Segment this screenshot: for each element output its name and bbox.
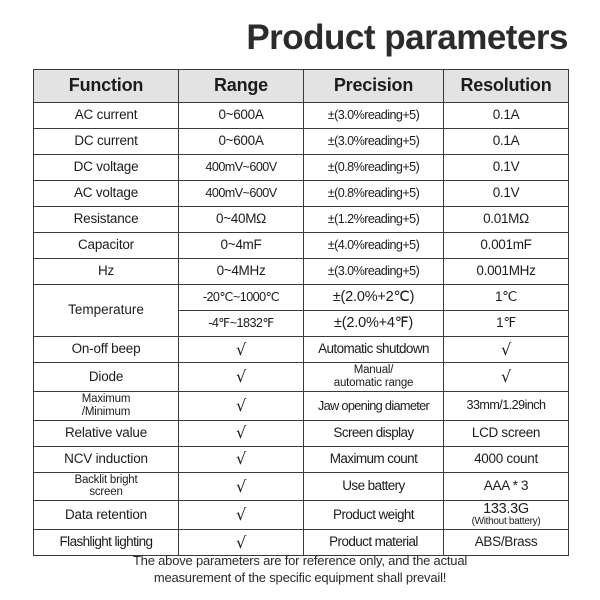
column-header-precision: Precision	[303, 69, 444, 103]
spec-table-body: AC current 0~600A ±(3.0%reading+5) 0.1A …	[33, 102, 569, 556]
row-range-value: 0~4MHz	[178, 258, 304, 285]
row-precision-value: ±(1.2%reading+5)	[303, 206, 444, 233]
row-function-label: Capacitor	[33, 232, 179, 259]
table-row: On-off beep √ Automatic shutdown √	[33, 336, 569, 363]
table-row: Backlit bright screen √ Use battery AAA *…	[33, 471, 569, 502]
row-resolution-value: 1℃	[443, 284, 569, 311]
feature-right-label: Manual/automatic range	[303, 362, 444, 392]
table-row: AC voltage 400mV~600V ±(0.8%reading+5) 0…	[33, 180, 569, 207]
table-row: Diode √ Manual/automatic range √	[33, 362, 569, 392]
feature-left-label: Maximum/Minimum	[33, 390, 179, 421]
feature-left-value: √	[178, 471, 304, 502]
row-range-value: 0~40MΩ	[178, 206, 304, 233]
row-resolution-value: 0.1A	[443, 128, 569, 155]
table-row: Maximum/Minimum √ Jaw opening diameter 3…	[33, 390, 569, 421]
spec-table-container: Function Range Precision Resolution AC c…	[33, 69, 569, 556]
feature-right-label: Maximum count	[303, 445, 444, 473]
row-function-label: AC voltage	[33, 180, 179, 207]
row-precision-value: ±(3.0%reading+5)	[303, 102, 444, 129]
feature-right-label: Automatic shutdown	[303, 336, 444, 363]
feature-left-value: √	[178, 445, 304, 473]
table-row: Relative value √ Screen display LCD scre…	[33, 419, 569, 447]
table-row: Resistance 0~40MΩ ±(1.2%reading+5) 0.01M…	[33, 206, 569, 233]
feature-left-value: √	[178, 390, 304, 421]
table-row: NCV induction √ Maximum count 4000 count	[33, 445, 569, 473]
feature-left-value: √	[178, 336, 304, 363]
row-precision-value: ±(3.0%reading+5)	[303, 258, 444, 285]
feature-left-value: √	[178, 362, 304, 392]
column-header-function: Function	[33, 69, 179, 103]
feature-right-value: 33mm/1.29inch	[443, 390, 569, 421]
footer-line-1: The above parameters are for reference o…	[132, 553, 468, 568]
page-title: Product parameters	[246, 18, 568, 57]
table-row: Hz 0~4MHz ±(3.0%reading+5) 0.001MHz	[33, 258, 569, 285]
row-function-label: Hz	[33, 258, 179, 285]
row-precision-value: ±(2.0%+4℉)	[303, 310, 444, 337]
feature-right-label: Product weight	[303, 500, 444, 530]
row-precision-value: ±(2.0%+2℃)	[303, 284, 444, 311]
table-row: Data retention √ Product weight 133.3G (…	[33, 500, 569, 530]
table-row: Capacitor 0~4mF ±(4.0%reading+5) 0.001mF	[33, 232, 569, 259]
row-resolution-value: 1℉	[443, 310, 569, 337]
feature-right-value-weight: 133.3G (Without battery)	[443, 500, 569, 530]
table-row: DC current 0~600A ±(3.0%reading+5) 0.1A	[33, 128, 569, 155]
feature-left-label: Data retention	[33, 500, 179, 530]
row-precision-value: ±(4.0%reading+5)	[303, 232, 444, 259]
feature-right-label: Use battery	[303, 471, 444, 502]
footer-line-2: measurement of the specific equipment sh…	[153, 570, 447, 585]
feature-left-label: Relative value	[33, 419, 179, 447]
row-function-label-temperature: Temperature	[33, 284, 179, 337]
feature-left-label: On-off beep	[33, 336, 179, 363]
feature-right-value: LCD screen	[443, 419, 569, 447]
feature-left-label: Backlit bright screen	[33, 471, 179, 502]
row-function-label: DC current	[33, 128, 179, 155]
row-resolution-value: 0.01MΩ	[443, 206, 569, 233]
footer-disclaimer: The above parameters are for reference o…	[60, 552, 540, 586]
product-weight-note: (Without battery)	[471, 516, 541, 528]
row-function-label: Resistance	[33, 206, 179, 233]
feature-left-label: Diode	[33, 362, 179, 392]
feature-left-value: √	[178, 419, 304, 447]
feature-left-value: √	[178, 500, 304, 530]
row-precision-value: ±(3.0%reading+5)	[303, 128, 444, 155]
table-header-row: Function Range Precision Resolution	[33, 69, 569, 103]
feature-right-value: 4000 count	[443, 445, 569, 473]
row-precision-value: ±(0.8%reading+5)	[303, 180, 444, 207]
feature-right-label: Screen display	[303, 419, 444, 447]
feature-right-value: √	[443, 336, 569, 363]
row-resolution-value: 0.001mF	[443, 232, 569, 259]
feature-right-value: AAA * 3	[443, 471, 569, 502]
row-range-value: 0~600A	[178, 102, 304, 129]
row-resolution-value: 0.1V	[443, 180, 569, 207]
product-parameters-page: Product parameters Function Range Precis…	[0, 0, 600, 600]
table-row: AC current 0~600A ±(3.0%reading+5) 0.1A	[33, 102, 569, 129]
column-header-resolution: Resolution	[443, 69, 569, 103]
row-resolution-value: 0.1A	[443, 102, 569, 129]
row-resolution-value: 0.001MHz	[443, 258, 569, 285]
spec-table: Function Range Precision Resolution AC c…	[33, 69, 569, 556]
feature-left-label: NCV induction	[33, 445, 179, 473]
row-function-label: AC current	[33, 102, 179, 129]
row-range-value: 0~600A	[178, 128, 304, 155]
row-precision-value: ±(0.8%reading+5)	[303, 154, 444, 181]
row-range-value: 400mV~600V	[178, 154, 304, 181]
row-function-label: DC voltage	[33, 154, 179, 181]
table-row: DC voltage 400mV~600V ±(0.8%reading+5) 0…	[33, 154, 569, 181]
row-range-value: 400mV~600V	[178, 180, 304, 207]
row-range-value: -20℃~1000℃	[178, 284, 304, 311]
row-range-value: 0~4mF	[178, 232, 304, 259]
row-resolution-value: 0.1V	[443, 154, 569, 181]
table-row-temperature-celsius: Temperature -20℃~1000℃ ±(2.0%+2℃) 1℃	[33, 284, 569, 337]
row-range-value: -4℉~1832℉	[178, 310, 304, 337]
product-weight-value: 133.3G	[483, 501, 529, 518]
feature-right-value: √	[443, 362, 569, 392]
column-header-range: Range	[178, 69, 304, 103]
feature-right-label: Jaw opening diameter	[303, 390, 444, 421]
